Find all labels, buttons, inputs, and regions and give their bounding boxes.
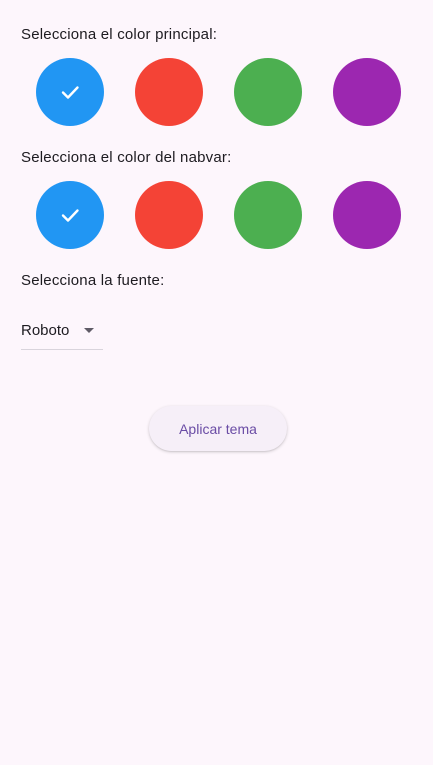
primary-color-swatch-4[interactable] [333, 58, 401, 126]
navbar-color-picker [36, 181, 402, 249]
primary-color-label: Selecciona el color principal: [21, 26, 218, 43]
primary-color-swatch-2[interactable] [135, 58, 203, 126]
font-dropdown-value: Roboto [21, 322, 70, 339]
apply-theme-button-label: Aplicar tema [179, 420, 257, 437]
check-icon [61, 209, 79, 222]
font-label: Selecciona la fuente: [21, 272, 165, 289]
apply-theme-button[interactable]: Aplicar tema [149, 406, 287, 451]
check-icon [61, 86, 79, 99]
primary-color-swatch-3[interactable] [234, 58, 302, 126]
navbar-color-swatch-4[interactable] [333, 181, 401, 249]
dropdown-arrow-icon [84, 328, 94, 333]
navbar-color-swatch-1[interactable] [36, 181, 104, 249]
font-dropdown[interactable]: Roboto [21, 315, 103, 350]
primary-color-picker [36, 58, 402, 126]
navbar-color-swatch-3[interactable] [234, 181, 302, 249]
primary-color-swatch-1[interactable] [36, 58, 104, 126]
navbar-color-label: Selecciona el color del nabvar: [21, 149, 232, 166]
navbar-color-swatch-2[interactable] [135, 181, 203, 249]
